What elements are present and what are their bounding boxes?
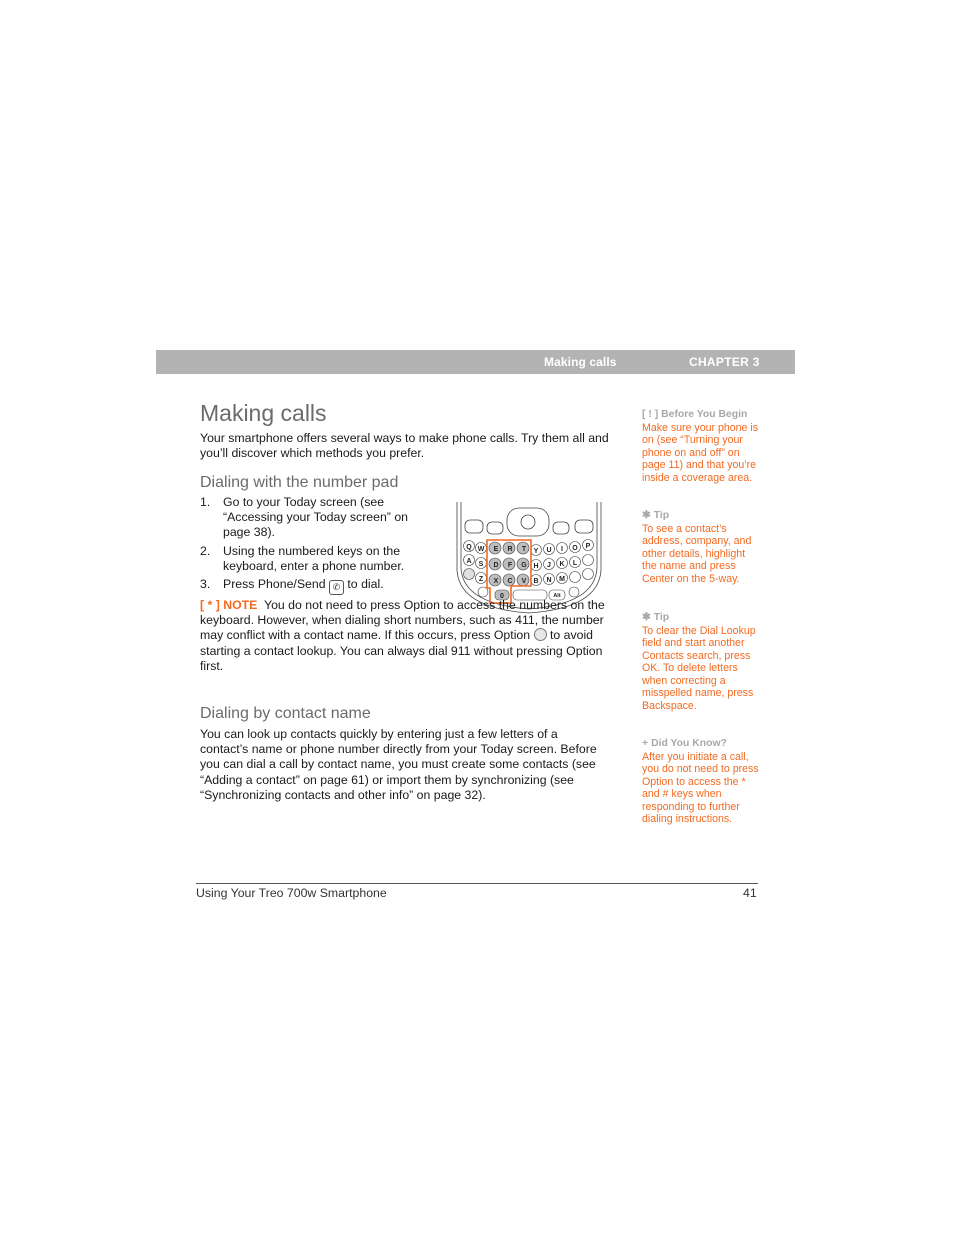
svg-text:C: C [507, 578, 512, 585]
center-button [520, 514, 536, 530]
header-section-title: Making calls [544, 355, 617, 369]
svg-text:J: J [547, 562, 551, 569]
steps-list: 1. Go to your Today screen (see “Accessi… [200, 495, 430, 598]
sidebar-title: Tip [653, 612, 670, 623]
footer-divider [196, 883, 758, 884]
phone-send-icon: ✆ [328, 580, 344, 596]
header-chapter-label: CHAPTER 3 [689, 355, 760, 369]
asterisk-icon: ✱ [642, 612, 651, 623]
option-key-icon [533, 628, 547, 642]
sidebar-title: Before You Begin [661, 409, 748, 420]
svg-text:P: P [586, 543, 591, 550]
sidebar-text: To clear the Dial Lookup field and start… [642, 624, 756, 712]
step-text: Press Phone/Send [223, 577, 326, 592]
svg-text:W: W [478, 546, 485, 553]
svg-text:H: H [533, 563, 538, 570]
step-number: 3. [200, 577, 211, 592]
step-text: Go to your Today screen (see “Accessing … [223, 495, 408, 540]
svg-text:K: K [559, 561, 564, 568]
step-item: 3. Press Phone/Send ✆ to dial. [200, 577, 430, 596]
sidebar-title: Tip [653, 510, 670, 521]
contact-paragraph: You can look up contacts quickly by ente… [200, 727, 597, 802]
start-key [486, 521, 504, 535]
svg-text:F: F [508, 562, 513, 569]
sidebar-text: Make sure your phone is on (see “Turning… [642, 421, 759, 484]
svg-text:S: S [479, 561, 484, 568]
svg-text:R: R [507, 546, 512, 553]
step-number: 1. [200, 495, 211, 509]
svg-text:L: L [573, 560, 578, 567]
step-item: 1. Go to your Today screen (see “Accessi… [200, 495, 430, 541]
sidebar-heading: ✱ Tip [642, 612, 762, 625]
svg-text:M: M [559, 576, 565, 583]
step-item: 2. Using the numbered keys on the keyboa… [200, 544, 430, 574]
sidebar-heading: [ ! ] Before You Begin [642, 409, 762, 422]
keyboard-keys: QW AS Z ERT DFG XCV 0 YUIOP HJKL BNM Alt [463, 539, 594, 601]
svg-text:Z: Z [479, 576, 484, 583]
sidebar-tip: ✱ Tip To see a contact’s address, company… [642, 510, 762, 585]
step-text: Using the numbered keys on the keyboard,… [223, 543, 405, 573]
phone-key [464, 519, 484, 534]
sidebar-text: To see a contact’s address, company, and… [642, 522, 752, 585]
svg-text:A: A [466, 558, 471, 565]
svg-text:B: B [533, 578, 538, 585]
note-block: [ * ] NOTE You do not need to press Opti… [200, 598, 610, 674]
footer-book-title: Using Your Treo 700w Smartphone [196, 886, 387, 900]
page-title: Making calls [200, 400, 327, 426]
section-heading-number-pad: Dialing with the number pad [200, 474, 399, 491]
svg-text:Q: Q [466, 544, 472, 551]
sidebar-title: Did You Know? [651, 738, 727, 749]
plus-icon: + [642, 738, 649, 749]
sidebar-text: After you initiate a call, you do not ne… [642, 750, 759, 826]
svg-text:O: O [572, 545, 578, 552]
five-way-nav [506, 507, 550, 537]
svg-text:D: D [493, 562, 498, 569]
svg-text:Y: Y [534, 548, 539, 555]
end-key [574, 519, 594, 534]
intro-paragraph: Your smartphone offers several ways to m… [200, 431, 609, 461]
sidebar-heading: + Did You Know? [642, 738, 762, 751]
svg-text:T: T [522, 546, 527, 553]
step-number: 2. [200, 543, 211, 558]
sidebar-did-you-know: + Did You Know? After you initiate a call… [642, 738, 762, 826]
svg-text:I: I [561, 546, 563, 553]
asterisk-icon: ✱ [642, 510, 651, 521]
footer-page-number: 41 [743, 886, 757, 900]
svg-text:E: E [494, 546, 499, 553]
alert-icon: [ ! ] [642, 409, 659, 420]
svg-text:U: U [546, 547, 551, 554]
sidebar-heading: ✱ Tip [642, 510, 762, 523]
svg-text:X: X [494, 578, 499, 585]
svg-text:V: V [522, 578, 527, 585]
svg-text:N: N [546, 577, 551, 584]
step-text: to dial. [347, 577, 384, 592]
note-label: [ * ] NOTE [200, 598, 258, 612]
section-heading-contact-name: Dialing by contact name [200, 705, 371, 722]
sidebar-before-you-begin: [ ! ] Before You Begin Make sure your pho… [642, 409, 762, 484]
sidebar-tip: ✱ Tip To clear the Dial Lookup field and … [642, 612, 762, 712]
svg-text:G: G [521, 562, 527, 569]
ok-key [552, 521, 570, 535]
